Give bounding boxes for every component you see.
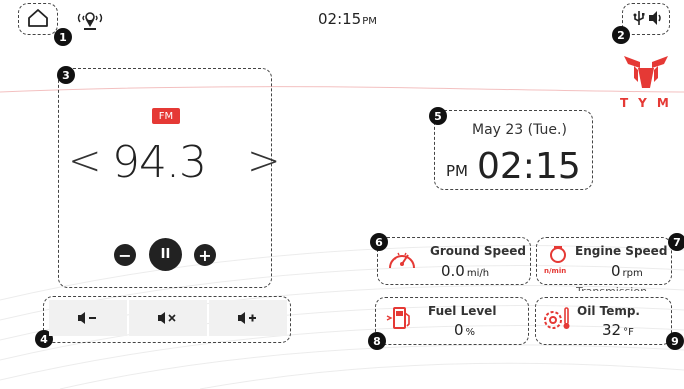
engine-speed-sublabel: n/min: [544, 267, 567, 275]
callout-8: 8: [368, 332, 386, 350]
tune-down-button[interactable]: −: [114, 244, 136, 266]
engine-speed-unit: rpm: [622, 268, 643, 279]
pause-button[interactable]: II: [149, 238, 182, 271]
ground-speed-number: 0.0: [441, 262, 465, 280]
status-clock-ampm: PM: [362, 16, 377, 27]
next-station-button[interactable]: >: [247, 138, 281, 184]
time-ampm: PM: [446, 162, 468, 180]
ground-speed-label: Ground Speed: [430, 244, 526, 258]
callout-9: 9: [666, 332, 684, 350]
engine-icon: [547, 242, 569, 268]
callout-3: 3: [57, 66, 75, 84]
volume-down-icon: [78, 312, 96, 324]
home-button[interactable]: [26, 7, 50, 29]
fuel-pump-icon: [385, 304, 413, 336]
fuel-level-unit: %: [465, 327, 476, 338]
oil-temp-value: 32 °F: [602, 321, 634, 339]
gps-signal-icon: [76, 9, 104, 31]
volume-up-button[interactable]: [209, 300, 287, 336]
transmission-overflow-text: Transmission: [576, 284, 647, 291]
engine-speed-value: 0 rpm: [611, 262, 643, 280]
oil-temp-label: Oil Temp.: [577, 304, 640, 318]
volume-up-icon: [238, 312, 256, 324]
brand-name: TYM: [620, 96, 679, 110]
prev-station-button[interactable]: <: [68, 138, 102, 184]
speaker-icon: [648, 10, 664, 30]
oil-temp-number: 32: [602, 321, 622, 339]
callout-5: 5: [429, 107, 447, 125]
band-badge: FM: [152, 108, 180, 124]
callout-6: 6: [370, 233, 388, 251]
volume-mute-icon: [158, 312, 176, 324]
fuel-level-value: 0%: [454, 321, 475, 339]
volume-down-button[interactable]: [49, 300, 127, 336]
oil-temp-unit: °F: [623, 327, 634, 338]
engine-speed-number: 0: [611, 262, 621, 280]
ground-speed-unit: mi/h: [466, 268, 490, 279]
engine-speed-label: Engine Speed: [575, 244, 668, 258]
date-display: May 23 (Tue.): [472, 122, 567, 138]
tune-up-button[interactable]: +: [194, 244, 216, 266]
status-clock: 02:15PM: [318, 10, 377, 28]
brand-logo: [624, 56, 668, 90]
mute-button[interactable]: [129, 300, 207, 336]
time-display: 02:15: [477, 146, 581, 187]
fuel-level-number: 0: [454, 321, 464, 339]
usb-icon: [633, 10, 645, 30]
callout-1: 1: [54, 28, 72, 46]
callout-2: 2: [612, 26, 630, 44]
radio-frequency: 94.3: [112, 137, 207, 188]
oil-temperature-icon: [540, 304, 572, 338]
speedometer-icon: [387, 244, 417, 278]
fuel-level-label: Fuel Level: [428, 304, 497, 318]
home-icon: [28, 9, 48, 27]
callout-7: 7: [668, 233, 684, 251]
ground-speed-value: 0.0 mi/h: [441, 262, 489, 280]
status-clock-time: 02:15: [318, 10, 362, 28]
